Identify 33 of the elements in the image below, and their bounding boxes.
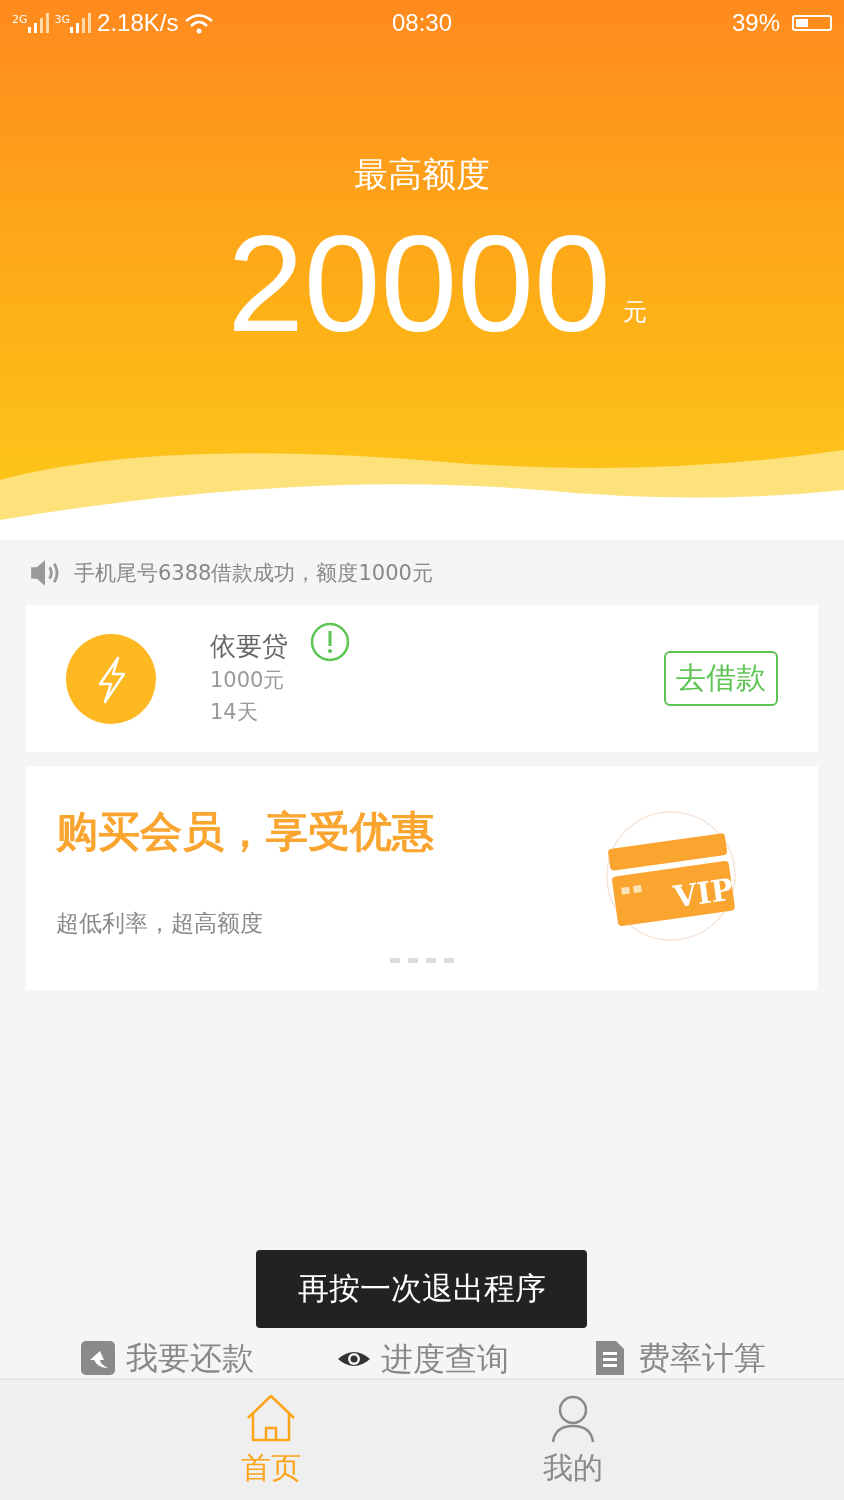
promo-banner[interactable]: 购买会员，享受优惠 超低利率，超高额度 VIP (26, 766, 818, 990)
signal-icon (70, 13, 92, 33)
quick-link[interactable]: 进度查询 (337, 1342, 509, 1376)
battery-icon (792, 15, 832, 31)
currency-unit: 元 (622, 297, 647, 328)
card-label: VIP (671, 871, 736, 915)
exit-toast: 再按一次退出程序 (256, 1250, 587, 1328)
exclamation-icon[interactable] (310, 621, 350, 662)
product-name: 依要贷 (210, 630, 288, 663)
lightning-icon (66, 633, 156, 724)
wifi-icon (184, 12, 215, 34)
limit-label: 最高额度 (354, 153, 490, 196)
limit-amount: 20000 (227, 208, 611, 358)
tab-label: 我的 (543, 1449, 603, 1487)
battery-percent: 39% (731, 9, 780, 37)
tab[interactable]: 首页 (201, 1380, 341, 1500)
notice-text: 手机尾号6388借款成功，额度1000元 (74, 559, 433, 587)
clock: 08:30 (391, 9, 453, 37)
banner-subtitle: 超低利率，超高额度 (56, 909, 264, 938)
borrow-button[interactable]: 去借款 (664, 651, 778, 706)
loan-amount: 1000元 (210, 667, 286, 694)
network-type: 2G (12, 13, 28, 26)
loan-term: 14天 (210, 699, 259, 726)
home-icon (245, 1394, 297, 1444)
signal-icon (27, 13, 49, 33)
tab[interactable]: 我的 (503, 1380, 643, 1500)
quick-link[interactable]: 我要还款 (80, 1340, 254, 1376)
network-type: 3G (54, 13, 71, 26)
banner-title: 购买会员，享受优惠 (56, 806, 435, 858)
tab-label: 首页 (241, 1449, 301, 1487)
quick-link[interactable]: 费率计算 (592, 1340, 766, 1376)
card-icon (607, 832, 736, 927)
network-speed: 2.18K/s (97, 9, 179, 37)
